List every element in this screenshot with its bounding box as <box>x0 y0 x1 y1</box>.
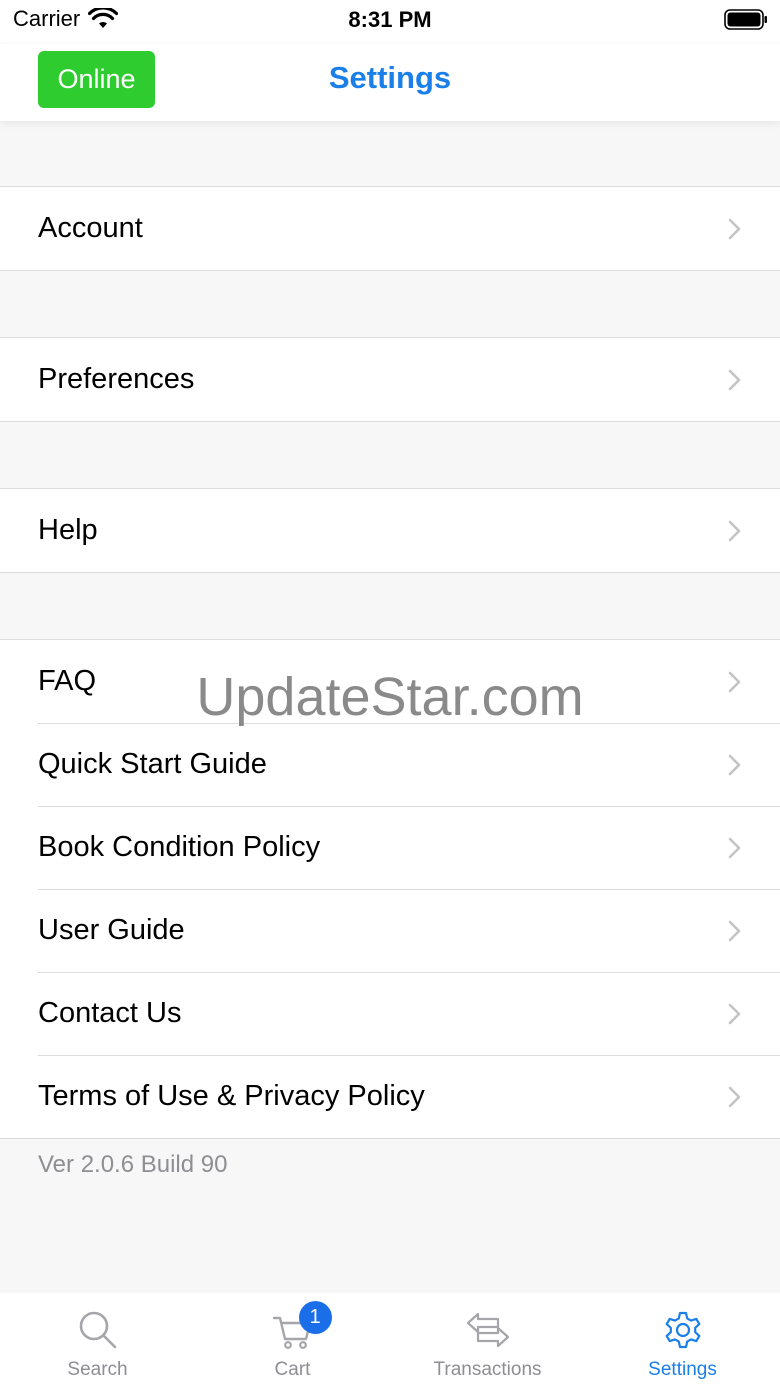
settings-row-faq[interactable]: FAQ <box>0 640 780 723</box>
settings-group-preferences: Preferences <box>0 337 780 422</box>
chevron-right-icon <box>728 754 741 775</box>
chevron-right-icon <box>728 218 741 239</box>
chevron-right-icon <box>728 837 741 858</box>
status-bar: Carrier 8:31 PM <box>0 0 780 44</box>
row-label: FAQ <box>38 665 97 697</box>
chevron-right-icon <box>728 920 741 941</box>
search-icon <box>79 1311 116 1349</box>
settings-row-user-guide[interactable]: User Guide <box>0 889 780 972</box>
tab-label: Settings <box>648 1359 717 1380</box>
navigation-bar: Online Settings <box>0 44 780 121</box>
tab-cart[interactable]: 1 Cart <box>195 1293 390 1387</box>
chevron-right-icon <box>728 1086 741 1107</box>
chevron-right-icon <box>728 1003 741 1024</box>
gear-icon <box>665 1311 700 1349</box>
tab-search[interactable]: Search <box>0 1293 195 1387</box>
row-label: Contact Us <box>38 997 182 1029</box>
settings-row-contact-us[interactable]: Contact Us <box>0 972 780 1055</box>
transactions-icon <box>466 1312 509 1348</box>
settings-group-resources: FAQ Quick Start Guide Book Condition Pol… <box>0 639 780 1139</box>
tab-bar: Search 1 Cart Transactions Settings <box>0 1293 780 1387</box>
chevron-right-icon <box>728 520 741 541</box>
chevron-right-icon <box>728 369 741 390</box>
tab-label: Cart <box>274 1359 311 1380</box>
row-label: Quick Start Guide <box>38 748 267 780</box>
battery-icon <box>724 9 767 30</box>
settings-row-help[interactable]: Help <box>0 489 780 572</box>
settings-row-quick-start-guide[interactable]: Quick Start Guide <box>0 723 780 806</box>
row-label: User Guide <box>38 914 185 946</box>
row-label: Preferences <box>38 363 195 395</box>
row-label: Account <box>38 212 143 244</box>
cart-badge: 1 <box>298 1301 332 1334</box>
settings-group-help: Help <box>0 488 780 573</box>
settings-row-terms-privacy[interactable]: Terms of Use & Privacy Policy <box>0 1055 780 1138</box>
status-time: 8:31 PM <box>348 7 432 32</box>
settings-row-account[interactable]: Account <box>0 187 780 270</box>
online-status-button[interactable]: Online <box>38 51 155 108</box>
chevron-right-icon <box>728 671 741 692</box>
settings-group-account: Account <box>0 186 780 271</box>
tab-settings[interactable]: Settings <box>585 1293 780 1387</box>
settings-row-preferences[interactable]: Preferences <box>0 338 780 421</box>
row-label: Book Condition Policy <box>38 831 321 863</box>
row-label: Terms of Use & Privacy Policy <box>38 1080 425 1112</box>
tab-label: Transactions <box>433 1359 542 1380</box>
settings-row-book-condition-policy[interactable]: Book Condition Policy <box>0 806 780 889</box>
tab-label: Search <box>67 1359 128 1380</box>
tab-transactions[interactable]: Transactions <box>390 1293 585 1387</box>
row-label: Help <box>38 514 98 546</box>
version-label: Ver 2.0.6 Build 90 <box>38 1151 228 1178</box>
